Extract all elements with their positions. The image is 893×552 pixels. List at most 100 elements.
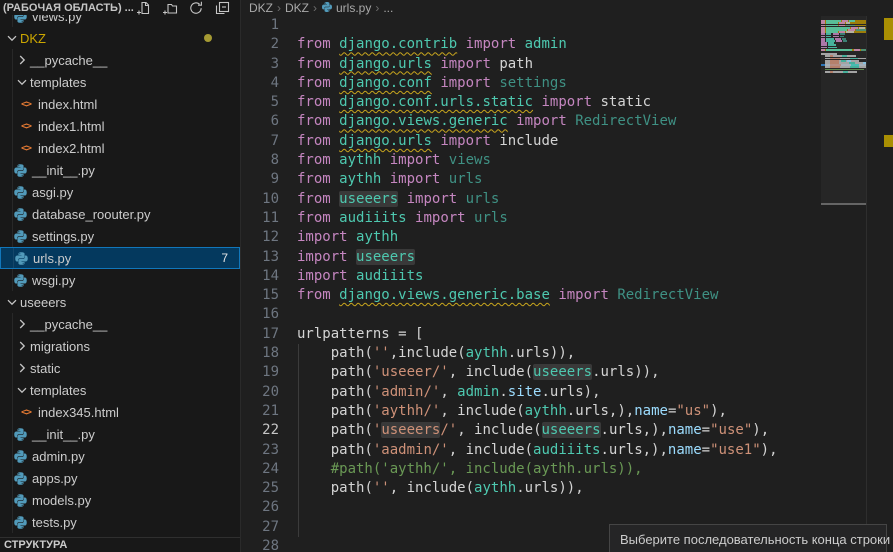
collapse-all-icon[interactable] <box>214 0 230 16</box>
tree-indent-guide <box>12 313 13 335</box>
code-line-24[interactable]: 24 #path('aythh/', include(aythh.urls)), <box>241 460 821 479</box>
file-tree-item-useeers[interactable]: useeers <box>0 291 240 313</box>
code-token <box>457 191 465 207</box>
html-file-icon: <> <box>18 118 34 134</box>
refresh-icon[interactable] <box>188 0 204 16</box>
code-line-6[interactable]: 6from django.views.generic import Redire… <box>241 112 821 131</box>
outline-section-header[interactable]: СТРУКТУРА <box>0 537 240 552</box>
code-token: useeers <box>339 191 398 207</box>
breadcrumb-item[interactable]: DKZ <box>249 1 273 15</box>
code-line-1[interactable]: 1 <box>241 16 821 35</box>
file-tree-item-migrations[interactable]: migrations <box>0 335 240 357</box>
file-tree-item--pycache-[interactable]: __pycache__ <box>0 49 240 71</box>
new-file-icon[interactable] <box>136 0 152 16</box>
overview-ruler[interactable] <box>868 0 893 552</box>
file-tree-item-label: settings.py <box>32 229 94 244</box>
new-folder-icon[interactable] <box>162 0 178 16</box>
code-line-13[interactable]: 13import useeers <box>241 248 821 267</box>
code-line-22[interactable]: 22 path('useeers/', include(useeers.urls… <box>241 421 821 440</box>
file-tree-item-admin-py[interactable]: admin.py <box>0 445 240 467</box>
file-tree-item-urls-py[interactable]: urls.py7 <box>0 247 240 269</box>
code-token: , <box>440 403 457 419</box>
code-token: include <box>466 442 525 458</box>
code-token: include <box>466 364 525 380</box>
code-token: = [ <box>390 326 424 342</box>
code-token: path <box>331 442 365 458</box>
file-tree-item-tests-py[interactable]: tests.py <box>0 511 240 533</box>
breadcrumb-item[interactable]: urls.py <box>321 1 371 16</box>
vscode-window: (РАБОЧАЯ ОБЛАСТЬ) ... views.pyDKZ__pycac… <box>0 0 893 552</box>
line-number: 19 <box>241 363 279 382</box>
file-tree-item-templates[interactable]: templates <box>0 379 240 401</box>
code-line-16[interactable]: 16 <box>241 305 821 324</box>
code-line-25[interactable]: 25 path('', include(aythh.urls)), <box>241 479 821 498</box>
code-token: . <box>541 384 549 400</box>
code-area[interactable]: 12from django.contrib import admin3from … <box>241 16 821 552</box>
file-tree-item-label: useeers <box>20 295 66 310</box>
file-tree-item-asgi-py[interactable]: asgi.py <box>0 181 240 203</box>
code-token <box>297 461 331 477</box>
minimap[interactable] <box>821 16 867 552</box>
code-token: import <box>440 56 491 72</box>
code-token: #path('aythh/', include(aythh.urls)), <box>331 461 643 477</box>
breadcrumb: DKZ›DKZ›urls.py›... <box>241 0 893 16</box>
code-token <box>331 94 339 110</box>
line-number: 26 <box>241 498 279 517</box>
file-tree-item-dkz[interactable]: DKZ <box>0 27 240 49</box>
python-file-icon <box>12 162 28 178</box>
code-token: import <box>297 229 348 245</box>
code-token: .urls)), <box>516 480 583 496</box>
file-tree-item-apps-py[interactable]: apps.py <box>0 467 240 489</box>
line-number: 9 <box>241 170 279 189</box>
code-line-20[interactable]: 20 path('admin/', admin.site.urls), <box>241 383 821 402</box>
breadcrumb-item[interactable]: ... <box>383 1 393 15</box>
file-tree-item-label: templates <box>30 383 86 398</box>
file-tree-item-templates[interactable]: templates <box>0 71 240 93</box>
code-line-10[interactable]: 10from useeers import urls <box>241 190 821 209</box>
file-tree-item-index345-html[interactable]: <>index345.html <box>0 401 240 423</box>
breadcrumb-item[interactable]: DKZ <box>285 1 309 15</box>
code-token <box>331 287 339 303</box>
file-tree-item-settings-py[interactable]: settings.py <box>0 225 240 247</box>
code-line-9[interactable]: 9from aythh import urls <box>241 170 821 189</box>
code-line-3[interactable]: 3from django.urls import path <box>241 55 821 74</box>
code-line-7[interactable]: 7from django.urls import include <box>241 132 821 151</box>
file-tree-item-index-html[interactable]: <>index.html <box>0 93 240 115</box>
tree-indent-guide <box>12 49 13 71</box>
code-line-14[interactable]: 14import audiiits <box>241 267 821 286</box>
code-token: urls <box>449 171 483 187</box>
code-token: ), <box>761 442 778 458</box>
file-tree-item-static[interactable]: static <box>0 357 240 379</box>
file-tree-item--init-py[interactable]: __init__.py <box>0 423 240 445</box>
file-tree-item-index2-html[interactable]: <>index2.html <box>0 137 240 159</box>
line-number: 7 <box>241 132 279 151</box>
code-line-17[interactable]: 17urlpatterns = [ <box>241 325 821 344</box>
code-line-2[interactable]: 2from django.contrib import admin <box>241 35 821 54</box>
code-line-11[interactable]: 11from audiiits import urls <box>241 209 821 228</box>
file-tree-item--init-py[interactable]: __init__.py <box>0 159 240 181</box>
code-line-5[interactable]: 5from django.conf.urls.static import sta… <box>241 93 821 112</box>
code-line-8[interactable]: 8from aythh import views <box>241 151 821 170</box>
tree-indent-guide <box>12 379 13 401</box>
code-line-18[interactable]: 18 path('',include(aythh.urls)), <box>241 344 821 363</box>
code-line-26[interactable]: 26 <box>241 498 821 517</box>
code-token: aythh <box>339 171 381 187</box>
file-tree-item-label: migrations <box>30 339 90 354</box>
code-token: import <box>390 152 441 168</box>
code-token: import <box>390 171 441 187</box>
file-tree-item-models-py[interactable]: models.py <box>0 489 240 511</box>
file-tree-item--pycache-[interactable]: __pycache__ <box>0 313 240 335</box>
code-line-15[interactable]: 15from django.views.generic.base import … <box>241 286 821 305</box>
file-tree-item-database-roouter-py[interactable]: database_roouter.py <box>0 203 240 225</box>
code-line-21[interactable]: 21 path('aythh/', include(aythh.urls,),n… <box>241 402 821 421</box>
file-tree-item-label: __pycache__ <box>30 317 107 332</box>
code-line-23[interactable]: 23 path('aadmin/', include(audiiits.urls… <box>241 441 821 460</box>
code-token <box>381 152 389 168</box>
code-token: import <box>440 75 491 91</box>
file-tree-item-index1-html[interactable]: <>index1.html <box>0 115 240 137</box>
file-tree-item-wsgi-py[interactable]: wsgi.py <box>0 269 240 291</box>
code-line-12[interactable]: 12import aythh <box>241 228 821 247</box>
code-line-19[interactable]: 19 path('useeer/', include(useeers.urls)… <box>241 363 821 382</box>
code-line-4[interactable]: 4from django.conf import settings <box>241 74 821 93</box>
code-token: '' <box>373 345 390 361</box>
